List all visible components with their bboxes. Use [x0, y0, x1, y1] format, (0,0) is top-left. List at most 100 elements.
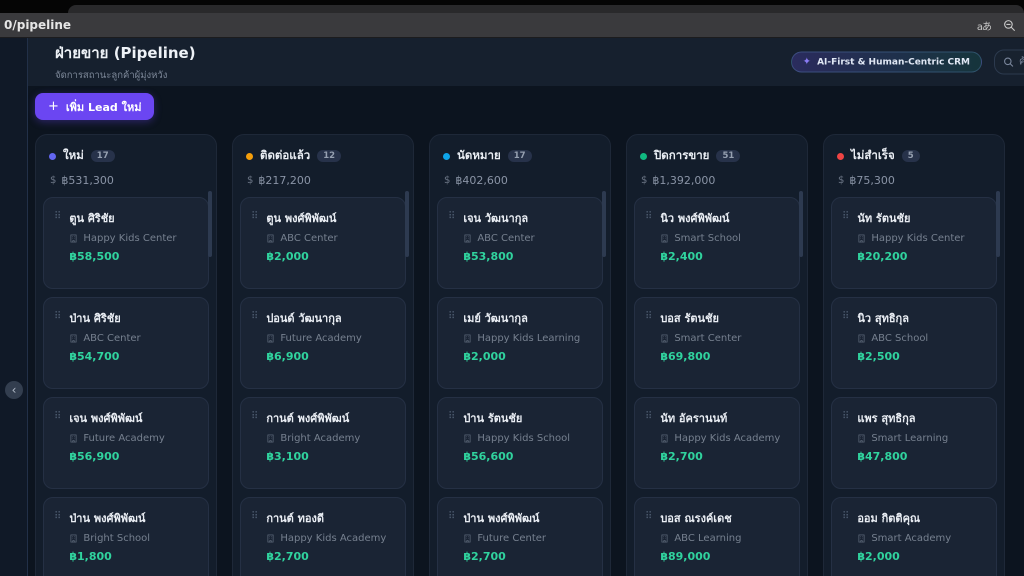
lead-company: Smart Academy	[871, 533, 951, 544]
drag-handle-icon[interactable]: ⠿	[448, 411, 455, 477]
lead-card[interactable]: ⠿ปอนด์ วัฒนากุลFuture Academy฿6,900	[240, 297, 406, 389]
building-icon	[660, 334, 669, 343]
stage-count-badge: 51	[716, 150, 740, 163]
building-icon	[660, 534, 669, 543]
lead-card-body: ป่าน ศิริชัยABC Center฿54,700	[69, 309, 140, 377]
drag-handle-icon[interactable]: ⠿	[251, 311, 258, 377]
building-icon	[266, 334, 275, 343]
lead-card[interactable]: ⠿ป่าน ศิริชัยABC Center฿54,700	[43, 297, 209, 389]
lead-amount: ฿58,500	[69, 250, 176, 263]
lead-card-body: เมย์ วัฒนากุลHappy Kids Learning฿2,000	[463, 309, 580, 377]
lead-card[interactable]: ⠿ป่าน พงศ์พิพัฒน์Bright School฿1,800	[43, 497, 209, 576]
drag-handle-icon[interactable]: ⠿	[842, 511, 849, 576]
lead-company: Happy Kids Academy	[280, 533, 386, 544]
drag-handle-icon[interactable]: ⠿	[54, 511, 61, 576]
lead-company-row: ABC School	[857, 333, 928, 344]
lead-card-body: นัท อัครานนท์Happy Kids Academy฿2,700	[660, 409, 780, 477]
lead-name: ป่าน รัตนชัย	[463, 409, 570, 427]
drag-handle-icon[interactable]: ⠿	[645, 311, 652, 377]
lead-card[interactable]: ⠿แพร สุทธิกุลSmart Learning฿47,800	[831, 397, 997, 489]
drag-handle-icon[interactable]: ⠿	[251, 411, 258, 477]
collapse-sidebar-button[interactable]: ‹	[5, 381, 23, 399]
building-icon	[857, 434, 866, 443]
stage-color-dot	[837, 153, 844, 160]
lead-amount: ฿2,000	[857, 550, 951, 563]
drag-handle-icon[interactable]: ⠿	[842, 211, 849, 277]
lead-company: Happy Kids Center	[83, 233, 176, 244]
lead-card[interactable]: ⠿กานต์ ทองดีHappy Kids Academy฿2,700	[240, 497, 406, 576]
drag-handle-icon[interactable]: ⠿	[251, 511, 258, 576]
lead-card[interactable]: ⠿ป่าน รัตนชัยHappy Kids School฿56,600	[437, 397, 603, 489]
lead-card-body: บอส ณรงค์เดชABC Learning฿89,000	[660, 509, 741, 576]
drag-handle-icon[interactable]: ⠿	[54, 311, 61, 377]
column-scrollbar[interactable]	[405, 191, 409, 257]
stage-title: ปิดการขาย	[654, 147, 709, 165]
browser-url-bar[interactable]: 0/pipeline aあ	[0, 13, 1024, 38]
dollar-icon: $	[838, 175, 844, 186]
column-scrollbar[interactable]	[208, 191, 212, 257]
add-lead-button[interactable]: + เพิ่ม Lead ใหม่	[35, 93, 154, 120]
lead-name: ป่าน พงศ์พิพัฒน์	[463, 509, 546, 527]
lead-name: ตูน ศิริชัย	[69, 209, 176, 227]
column-scrollbar[interactable]	[996, 191, 1000, 257]
translate-icon[interactable]: aあ	[977, 18, 991, 33]
lead-company-row: ABC Center	[69, 333, 140, 344]
lead-card[interactable]: ⠿นัท รัตนชัยHappy Kids Center฿20,200	[831, 197, 997, 289]
dollar-icon: $	[641, 175, 647, 186]
lead-card[interactable]: ⠿เมย์ วัฒนากุลHappy Kids Learning฿2,000	[437, 297, 603, 389]
drag-handle-icon[interactable]: ⠿	[251, 211, 258, 277]
stage-color-dot	[246, 153, 253, 160]
ai-crm-badge: ✦ AI-First & Human-Centric CRM	[791, 52, 982, 73]
drag-handle-icon[interactable]: ⠿	[448, 211, 455, 277]
lead-card[interactable]: ⠿นิว พงศ์พิพัฒน์Smart School฿2,400	[634, 197, 800, 289]
lead-card[interactable]: ⠿ ตูน ศิริชัย Happy Kids Center ฿58,500	[43, 197, 209, 289]
lead-card-body: นิว สุทธิกุลABC School฿2,500	[857, 309, 928, 377]
drag-handle-icon[interactable]: ⠿	[842, 311, 849, 377]
search-input[interactable]: ค้น	[994, 50, 1024, 75]
zoom-out-icon[interactable]	[1003, 19, 1016, 32]
drag-handle-icon[interactable]: ⠿	[54, 411, 61, 477]
building-icon	[266, 434, 275, 443]
lead-card[interactable]: ⠿นัท อัครานนท์Happy Kids Academy฿2,700	[634, 397, 800, 489]
lead-card-body: ปอนด์ วัฒนากุลFuture Academy฿6,900	[266, 309, 361, 377]
browser-tab[interactable]	[68, 5, 1024, 13]
column-scrollbar[interactable]	[602, 191, 606, 257]
lead-amount: ฿2,700	[463, 550, 546, 563]
stage-header: ปิดการขาย 51	[634, 147, 800, 165]
sparkles-icon: ✦	[803, 57, 811, 68]
lead-amount: ฿56,600	[463, 450, 570, 463]
lead-card[interactable]: ⠿เจน พงศ์พิพัฒน์Future Academy฿56,900	[43, 397, 209, 489]
browser-tab-strip	[0, 0, 1024, 13]
drag-handle-icon[interactable]: ⠿	[645, 211, 652, 277]
drag-handle-icon[interactable]: ⠿	[448, 511, 455, 576]
lead-card[interactable]: ⠿ตูน พงศ์พิพัฒน์ABC Center฿2,000	[240, 197, 406, 289]
lead-name: บอส ณรงค์เดช	[660, 509, 741, 527]
lead-amount: ฿2,700	[266, 550, 386, 563]
lead-company: Future Academy	[83, 433, 164, 444]
lead-card[interactable]: ⠿นิว สุทธิกุลABC School฿2,500	[831, 297, 997, 389]
drag-handle-icon[interactable]: ⠿	[842, 411, 849, 477]
stage-count-badge: 12	[317, 150, 341, 163]
kanban-columns: ใหม่17$฿531,300⠿ตูน ศิริชัยHappy Kids Ce…	[35, 134, 1024, 576]
lead-company: Smart Center	[674, 333, 741, 344]
stage-title: นัดหมาย	[457, 147, 501, 165]
drag-handle-icon[interactable]: ⠿	[645, 411, 652, 477]
card-list: ⠿ตูน พงศ์พิพัฒน์ABC Center฿2,000⠿ปอนด์ ว…	[240, 197, 406, 576]
column-scrollbar[interactable]	[799, 191, 803, 257]
lead-card[interactable]: ⠿ออม กิตติคุณSmart Academy฿2,000	[831, 497, 997, 576]
drag-handle-icon[interactable]: ⠿	[54, 211, 61, 277]
lead-company-row: Future Academy	[266, 333, 361, 344]
lead-card[interactable]: ⠿ป่าน พงศ์พิพัฒน์Future Center฿2,700	[437, 497, 603, 576]
lead-card-body: ตูน พงศ์พิพัฒน์ABC Center฿2,000	[266, 209, 337, 277]
lead-card[interactable]: ⠿บอส รัตนชัยSmart Center฿69,800	[634, 297, 800, 389]
drag-handle-icon[interactable]: ⠿	[448, 311, 455, 377]
lead-amount: ฿53,800	[463, 250, 534, 263]
lead-amount: ฿89,000	[660, 550, 741, 563]
lead-card[interactable]: ⠿บอส ณรงค์เดชABC Learning฿89,000	[634, 497, 800, 576]
main-content: ฝ่ายขาย (Pipeline) จัดการสถานะลูกค้าผู้ม…	[28, 38, 1024, 576]
stage-title: ใหม่	[63, 147, 84, 165]
drag-handle-icon[interactable]: ⠿	[645, 511, 652, 576]
stage-total-row: $฿75,300	[831, 174, 997, 187]
lead-card[interactable]: ⠿กานต์ พงศ์พิพัฒน์Bright Academy฿3,100	[240, 397, 406, 489]
lead-card[interactable]: ⠿เจน วัฒนากุลABC Center฿53,800	[437, 197, 603, 289]
